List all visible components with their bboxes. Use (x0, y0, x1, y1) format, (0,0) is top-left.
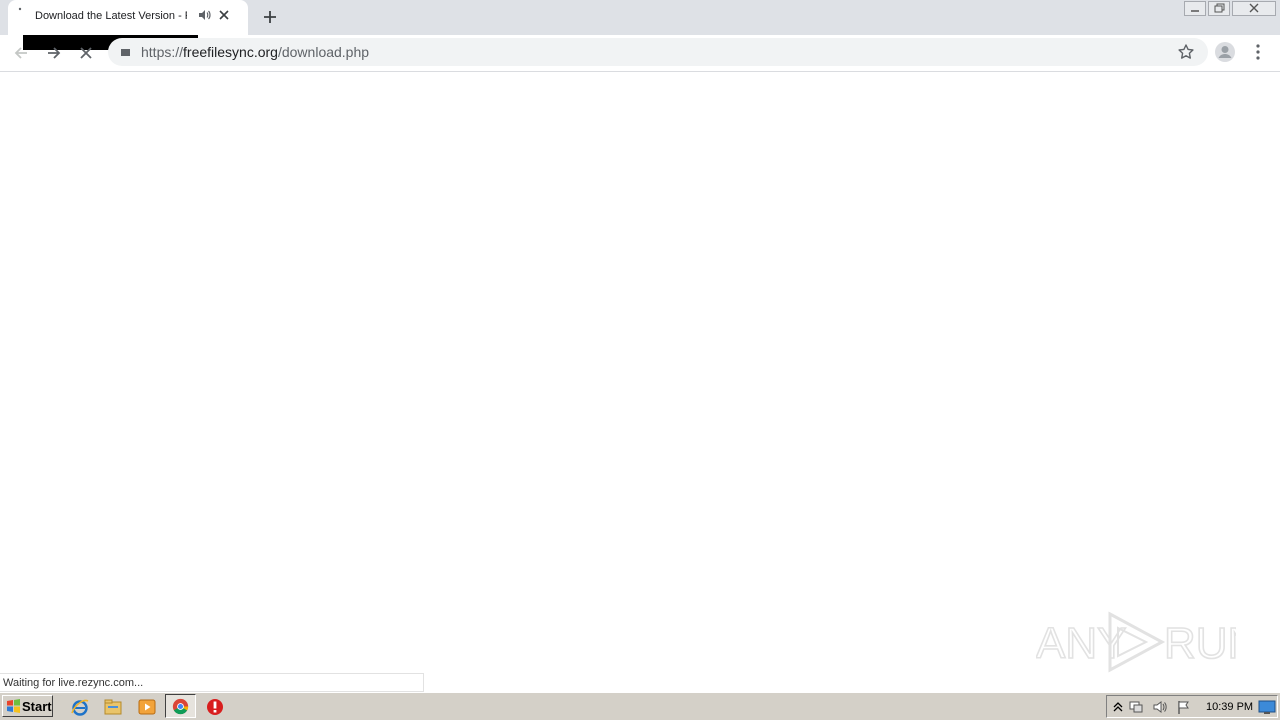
window-minimize-button[interactable] (1184, 1, 1206, 16)
network-icon[interactable] (1128, 699, 1144, 715)
chrome-icon (172, 698, 189, 715)
watermark-text-right: RUN (1164, 619, 1236, 668)
tab-title: Download the Latest Version - F (35, 10, 187, 22)
minimize-icon (1191, 10, 1199, 12)
window-restore-button[interactable] (1208, 1, 1230, 16)
stop-loading-icon[interactable] (77, 44, 95, 62)
window-close-button[interactable] (1232, 1, 1276, 16)
url-scheme: https:// (141, 44, 184, 60)
loading-favicon-icon (18, 7, 22, 11)
url-text[interactable]: https://freefilesync.org/download.php (141, 44, 369, 60)
start-button[interactable]: Start (2, 695, 53, 717)
volume-icon[interactable] (1152, 699, 1168, 715)
audio-playing-icon[interactable] (197, 8, 211, 22)
close-tab-icon[interactable] (218, 9, 230, 21)
bookmark-star-icon[interactable] (1177, 43, 1195, 61)
url-host: freefilesync.org (183, 44, 278, 60)
taskbar-clock[interactable]: 10:39 PM (1206, 701, 1253, 713)
close-window-icon (1249, 3, 1259, 13)
action-center-flag-icon[interactable] (1176, 699, 1192, 715)
restore-icon (1214, 3, 1225, 13)
back-arrow-icon[interactable] (12, 44, 30, 62)
opera-security-icon[interactable] (205, 697, 225, 717)
show-desktop-icon[interactable] (1258, 699, 1276, 715)
status-bubble: Waiting for live.rezync.com... (0, 673, 424, 692)
media-player-icon[interactable] (137, 697, 157, 717)
watermark-text-left: ANY (1036, 619, 1126, 668)
start-label: Start (22, 699, 52, 714)
anyrun-watermark-logo: ANY RUN (1036, 611, 1236, 673)
file-explorer-folder-icon[interactable] (103, 697, 123, 717)
url-path: /download.php (277, 44, 370, 60)
show-hidden-icons-arrow-icon[interactable] (1110, 699, 1126, 715)
internet-explorer-icon[interactable] (70, 697, 90, 717)
page-content (0, 72, 1280, 692)
profile-avatar-icon[interactable] (1214, 41, 1236, 63)
browser-menu-icon[interactable] (1250, 43, 1266, 61)
site-info-icon[interactable] (121, 47, 130, 56)
forward-arrow-icon[interactable] (45, 44, 63, 62)
new-tab-plus-icon[interactable] (259, 6, 281, 28)
windows-logo-icon (7, 699, 20, 713)
